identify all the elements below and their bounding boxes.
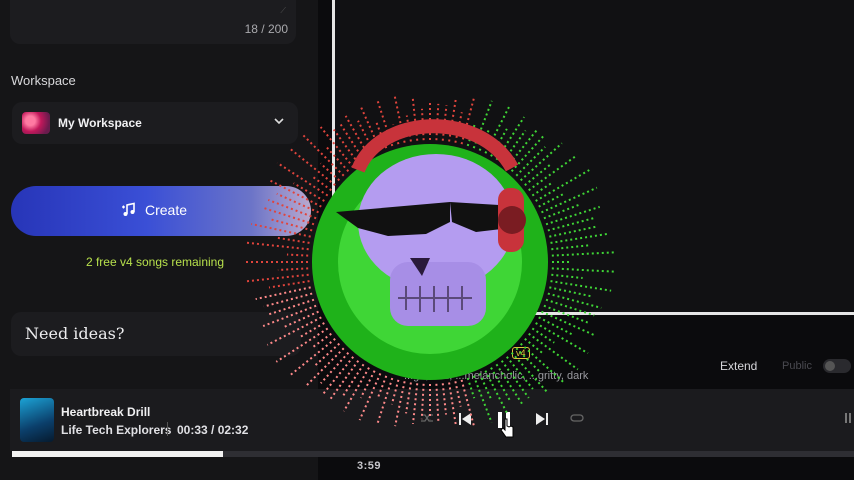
visualizer-ray — [500, 360, 530, 399]
visualizer-ray — [538, 316, 573, 336]
visualizer-ray — [302, 134, 345, 177]
visualizer-ray — [251, 223, 311, 238]
visualizer-ray — [314, 342, 341, 367]
visualizer-ray — [405, 382, 412, 414]
workspace-thumbnail — [22, 112, 50, 134]
visualizer-ray — [390, 379, 400, 405]
visualizer-ray — [550, 232, 608, 244]
song-title[interactable]: Heartbreak Drill — [61, 405, 150, 419]
visualizer-ray — [319, 126, 355, 168]
visualizer-ray — [549, 225, 598, 238]
visualizer-ray — [262, 206, 315, 226]
visualizer-ray — [411, 383, 419, 425]
visualizer-ray — [524, 337, 545, 355]
visualizer-ray — [543, 304, 589, 324]
visualizer-ray — [472, 375, 493, 424]
public-toggle[interactable] — [823, 359, 851, 373]
visualizer-ray — [524, 164, 551, 187]
song-artist[interactable]: Life Tech Explorers — [61, 423, 171, 437]
visualizer-ray — [359, 370, 376, 399]
visualizer-ray — [329, 360, 360, 400]
visualizer-ray — [320, 351, 350, 384]
visualizer-ray — [466, 377, 476, 399]
visualizer-ray — [441, 383, 448, 415]
progress-fill — [12, 451, 223, 457]
visualizer-ray — [528, 332, 579, 371]
visualizer-ray — [551, 251, 615, 257]
visualizer-ray — [545, 298, 595, 317]
playback-time: 00:33 / 02:32 — [177, 423, 249, 437]
visualizer-ray — [288, 337, 336, 377]
cursor-icon — [500, 418, 514, 438]
visualizer-ray — [519, 342, 565, 384]
visualizer-ray — [276, 192, 319, 214]
visualizer-ray — [286, 253, 309, 257]
audio-visualizer — [243, 96, 617, 427]
visualizer-ray — [541, 186, 598, 214]
visualizer-ray — [319, 162, 341, 182]
visualizer-ray — [270, 218, 313, 232]
music-note-icon — [122, 202, 135, 216]
song-cover-art[interactable] — [20, 398, 54, 442]
visualizer-ray — [304, 347, 345, 388]
visualizer-ray — [549, 286, 591, 298]
visualizer-ray — [435, 383, 440, 424]
character-count: 18 / 200 — [244, 22, 288, 36]
visualizer-ray — [277, 236, 310, 244]
visualizer-ray — [311, 332, 332, 349]
visualizer-ray — [255, 286, 311, 301]
visualizer-ray — [310, 174, 332, 192]
visualizer-ray — [454, 381, 462, 407]
visualizer-ray — [244, 241, 309, 251]
visualizer-ray — [283, 310, 319, 329]
visualizer-ray — [547, 216, 596, 232]
separator — [167, 422, 168, 436]
visualizer-ray — [376, 377, 394, 426]
track-duration: 3:59 — [357, 460, 382, 472]
visualizer-ray — [551, 244, 592, 251]
visualizer-ray — [268, 280, 310, 289]
visualizer-ray — [287, 146, 336, 187]
visualizer-ray — [519, 142, 563, 182]
visualizer-ray — [300, 322, 325, 338]
create-label: Create — [145, 202, 188, 218]
visualizer-ray — [490, 367, 511, 401]
visualizer-ray — [510, 351, 548, 393]
visualizer-ray — [448, 382, 458, 427]
visualizer-ray — [246, 273, 309, 283]
visualizer-ray — [528, 154, 578, 192]
visualizer-ray — [377, 375, 388, 397]
visualizer-ray — [543, 203, 582, 220]
volume-icon[interactable] — [844, 411, 852, 425]
visualizer-ray — [515, 347, 541, 373]
visualizer-ray — [535, 322, 589, 355]
visualizer-ray — [531, 327, 555, 344]
visualizer-ray — [460, 379, 476, 427]
visualizer-ray — [547, 292, 602, 309]
prompt-textarea[interactable]: ⟋ 18 / 200 — [10, 0, 296, 44]
extend-button[interactable]: Extend — [712, 357, 765, 375]
visualizer-ray — [531, 182, 552, 197]
visualizer-ray — [535, 169, 590, 202]
visualizer-ray — [545, 205, 601, 226]
visualizer-ray — [276, 161, 329, 197]
visualizer-ray — [275, 327, 329, 363]
visualizer-ray — [277, 267, 309, 271]
visualizer-ray — [551, 273, 583, 280]
workspace-label: Workspace — [11, 73, 76, 88]
toggle-knob — [825, 361, 835, 371]
visualizer-ray — [510, 134, 545, 173]
resize-grip-icon[interactable]: ⟋ — [280, 6, 286, 16]
public-label: Public — [782, 360, 812, 372]
visualizer-ray — [551, 267, 617, 273]
workspace-name: My Workspace — [58, 116, 142, 130]
visualizer-ray — [267, 298, 315, 316]
visualizer-ray — [420, 383, 425, 420]
visualizer-ray — [394, 381, 406, 427]
visualizer-ray — [293, 182, 325, 202]
need-ideas-title: Need ideas? — [25, 324, 125, 343]
